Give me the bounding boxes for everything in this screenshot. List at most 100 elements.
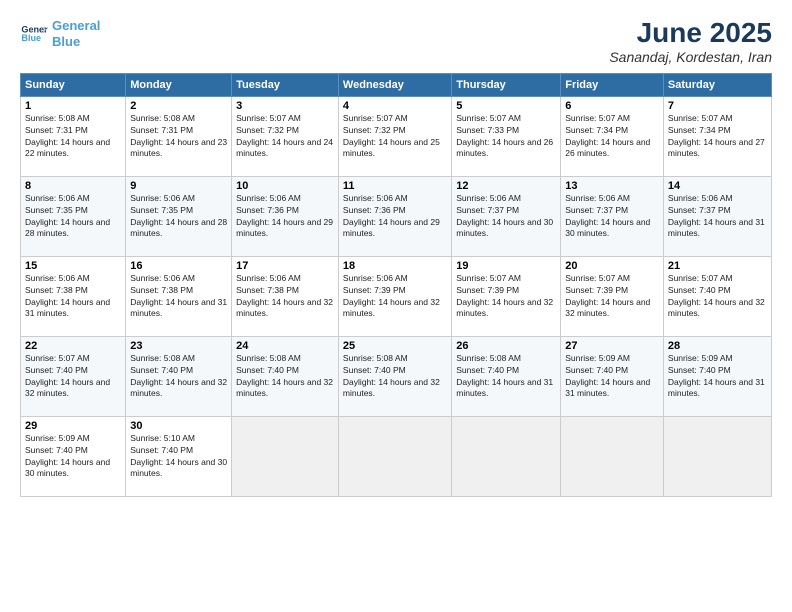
day-cell-11: 11 Sunrise: 5:06 AM Sunset: 7:36 PM Dayl… xyxy=(338,176,451,256)
day-number: 3 xyxy=(236,100,334,112)
sunset-label: Sunset: 7:40 PM xyxy=(25,365,88,375)
page: General Blue General Blue June 2025 Sana… xyxy=(0,0,792,612)
daylight-label: Daylight: 14 hours and 25 minutes. xyxy=(343,137,440,159)
sunrise-label: Sunrise: 5:07 AM xyxy=(565,273,630,283)
daylight-label: Daylight: 14 hours and 28 minutes. xyxy=(130,217,227,239)
day-number: 20 xyxy=(565,260,659,272)
day-cell-17: 17 Sunrise: 5:06 AM Sunset: 7:38 PM Dayl… xyxy=(232,256,339,336)
sunset-label: Sunset: 7:32 PM xyxy=(343,125,406,135)
day-cell-18: 18 Sunrise: 5:06 AM Sunset: 7:39 PM Dayl… xyxy=(338,256,451,336)
sunset-label: Sunset: 7:40 PM xyxy=(668,365,731,375)
day-number: 22 xyxy=(25,340,121,352)
sunset-label: Sunset: 7:40 PM xyxy=(130,445,193,455)
day-number: 26 xyxy=(456,340,556,352)
sunset-label: Sunset: 7:40 PM xyxy=(668,285,731,295)
day-cell-16: 16 Sunrise: 5:06 AM Sunset: 7:38 PM Dayl… xyxy=(126,256,232,336)
daylight-label: Daylight: 14 hours and 31 minutes. xyxy=(565,377,650,399)
day-number: 19 xyxy=(456,260,556,272)
daylight-label: Daylight: 14 hours and 28 minutes. xyxy=(25,217,110,239)
day-info: Sunrise: 5:07 AM Sunset: 7:40 PM Dayligh… xyxy=(668,273,767,321)
sunset-label: Sunset: 7:40 PM xyxy=(565,365,628,375)
main-title: June 2025 xyxy=(609,18,772,49)
sunrise-label: Sunrise: 5:07 AM xyxy=(25,353,90,363)
empty-cell xyxy=(338,416,451,496)
day-number: 30 xyxy=(130,420,227,432)
sunset-label: Sunset: 7:37 PM xyxy=(668,205,731,215)
daylight-label: Daylight: 14 hours and 26 minutes. xyxy=(565,137,650,159)
day-number: 18 xyxy=(343,260,447,272)
daylight-label: Daylight: 14 hours and 30 minutes. xyxy=(456,217,553,239)
daylight-label: Daylight: 14 hours and 32 minutes. xyxy=(343,297,440,319)
day-info: Sunrise: 5:06 AM Sunset: 7:37 PM Dayligh… xyxy=(668,193,767,241)
col-sunday: Sunday xyxy=(21,73,126,96)
calendar-table: Sunday Monday Tuesday Wednesday Thursday… xyxy=(20,73,772,497)
day-cell-1: 1 Sunrise: 5:08 AM Sunset: 7:31 PM Dayli… xyxy=(21,96,126,176)
day-info: Sunrise: 5:06 AM Sunset: 7:38 PM Dayligh… xyxy=(236,273,334,321)
day-cell-8: 8 Sunrise: 5:06 AM Sunset: 7:35 PM Dayli… xyxy=(21,176,126,256)
logo-icon: General Blue xyxy=(20,20,48,48)
day-number: 28 xyxy=(668,340,767,352)
day-number: 2 xyxy=(130,100,227,112)
subtitle: Sanandaj, Kordestan, Iran xyxy=(609,49,772,65)
day-cell-5: 5 Sunrise: 5:07 AM Sunset: 7:33 PM Dayli… xyxy=(452,96,561,176)
day-info: Sunrise: 5:07 AM Sunset: 7:34 PM Dayligh… xyxy=(668,113,767,161)
empty-cell xyxy=(561,416,664,496)
col-friday: Friday xyxy=(561,73,664,96)
day-info: Sunrise: 5:06 AM Sunset: 7:39 PM Dayligh… xyxy=(343,273,447,321)
logo-line1: General xyxy=(52,18,100,33)
day-info: Sunrise: 5:07 AM Sunset: 7:32 PM Dayligh… xyxy=(343,113,447,161)
daylight-label: Daylight: 14 hours and 30 minutes. xyxy=(565,217,650,239)
day-number: 6 xyxy=(565,100,659,112)
sunset-label: Sunset: 7:39 PM xyxy=(456,285,519,295)
sunset-label: Sunset: 7:33 PM xyxy=(456,125,519,135)
daylight-label: Daylight: 14 hours and 29 minutes. xyxy=(343,217,440,239)
calendar-week-4: 22 Sunrise: 5:07 AM Sunset: 7:40 PM Dayl… xyxy=(21,336,772,416)
empty-cell xyxy=(452,416,561,496)
day-info: Sunrise: 5:07 AM Sunset: 7:40 PM Dayligh… xyxy=(25,353,121,401)
day-number: 10 xyxy=(236,180,334,192)
daylight-label: Daylight: 14 hours and 30 minutes. xyxy=(130,457,227,479)
sunrise-label: Sunrise: 5:06 AM xyxy=(565,193,630,203)
day-info: Sunrise: 5:06 AM Sunset: 7:37 PM Dayligh… xyxy=(456,193,556,241)
sunset-label: Sunset: 7:40 PM xyxy=(236,365,299,375)
col-wednesday: Wednesday xyxy=(338,73,451,96)
sunrise-label: Sunrise: 5:06 AM xyxy=(130,273,195,283)
day-info: Sunrise: 5:08 AM Sunset: 7:31 PM Dayligh… xyxy=(25,113,121,161)
day-cell-27: 27 Sunrise: 5:09 AM Sunset: 7:40 PM Dayl… xyxy=(561,336,664,416)
day-number: 24 xyxy=(236,340,334,352)
day-info: Sunrise: 5:08 AM Sunset: 7:40 PM Dayligh… xyxy=(456,353,556,401)
day-info: Sunrise: 5:06 AM Sunset: 7:36 PM Dayligh… xyxy=(236,193,334,241)
sunset-label: Sunset: 7:39 PM xyxy=(565,285,628,295)
sunset-label: Sunset: 7:40 PM xyxy=(25,445,88,455)
day-number: 11 xyxy=(343,180,447,192)
sunrise-label: Sunrise: 5:07 AM xyxy=(565,113,630,123)
calendar-week-1: 1 Sunrise: 5:08 AM Sunset: 7:31 PM Dayli… xyxy=(21,96,772,176)
sunrise-label: Sunrise: 5:08 AM xyxy=(343,353,408,363)
day-info: Sunrise: 5:06 AM Sunset: 7:35 PM Dayligh… xyxy=(130,193,227,241)
col-saturday: Saturday xyxy=(663,73,771,96)
day-info: Sunrise: 5:07 AM Sunset: 7:34 PM Dayligh… xyxy=(565,113,659,161)
sunset-label: Sunset: 7:40 PM xyxy=(456,365,519,375)
day-info: Sunrise: 5:07 AM Sunset: 7:39 PM Dayligh… xyxy=(565,273,659,321)
day-cell-28: 28 Sunrise: 5:09 AM Sunset: 7:40 PM Dayl… xyxy=(663,336,771,416)
day-number: 15 xyxy=(25,260,121,272)
sunrise-label: Sunrise: 5:06 AM xyxy=(456,193,521,203)
day-cell-9: 9 Sunrise: 5:06 AM Sunset: 7:35 PM Dayli… xyxy=(126,176,232,256)
daylight-label: Daylight: 14 hours and 32 minutes. xyxy=(25,377,110,399)
daylight-label: Daylight: 14 hours and 32 minutes. xyxy=(130,377,227,399)
daylight-label: Daylight: 14 hours and 30 minutes. xyxy=(25,457,110,479)
logo: General Blue General Blue xyxy=(20,18,100,49)
sunrise-label: Sunrise: 5:06 AM xyxy=(25,273,90,283)
daylight-label: Daylight: 14 hours and 32 minutes. xyxy=(236,297,333,319)
day-number: 25 xyxy=(343,340,447,352)
day-info: Sunrise: 5:06 AM Sunset: 7:38 PM Dayligh… xyxy=(25,273,121,321)
day-cell-12: 12 Sunrise: 5:06 AM Sunset: 7:37 PM Dayl… xyxy=(452,176,561,256)
sunrise-label: Sunrise: 5:08 AM xyxy=(456,353,521,363)
day-cell-20: 20 Sunrise: 5:07 AM Sunset: 7:39 PM Dayl… xyxy=(561,256,664,336)
sunset-label: Sunset: 7:31 PM xyxy=(130,125,193,135)
day-number: 29 xyxy=(25,420,121,432)
day-cell-29: 29 Sunrise: 5:09 AM Sunset: 7:40 PM Dayl… xyxy=(21,416,126,496)
sunrise-label: Sunrise: 5:07 AM xyxy=(456,113,521,123)
sunset-label: Sunset: 7:37 PM xyxy=(456,205,519,215)
empty-cell xyxy=(663,416,771,496)
